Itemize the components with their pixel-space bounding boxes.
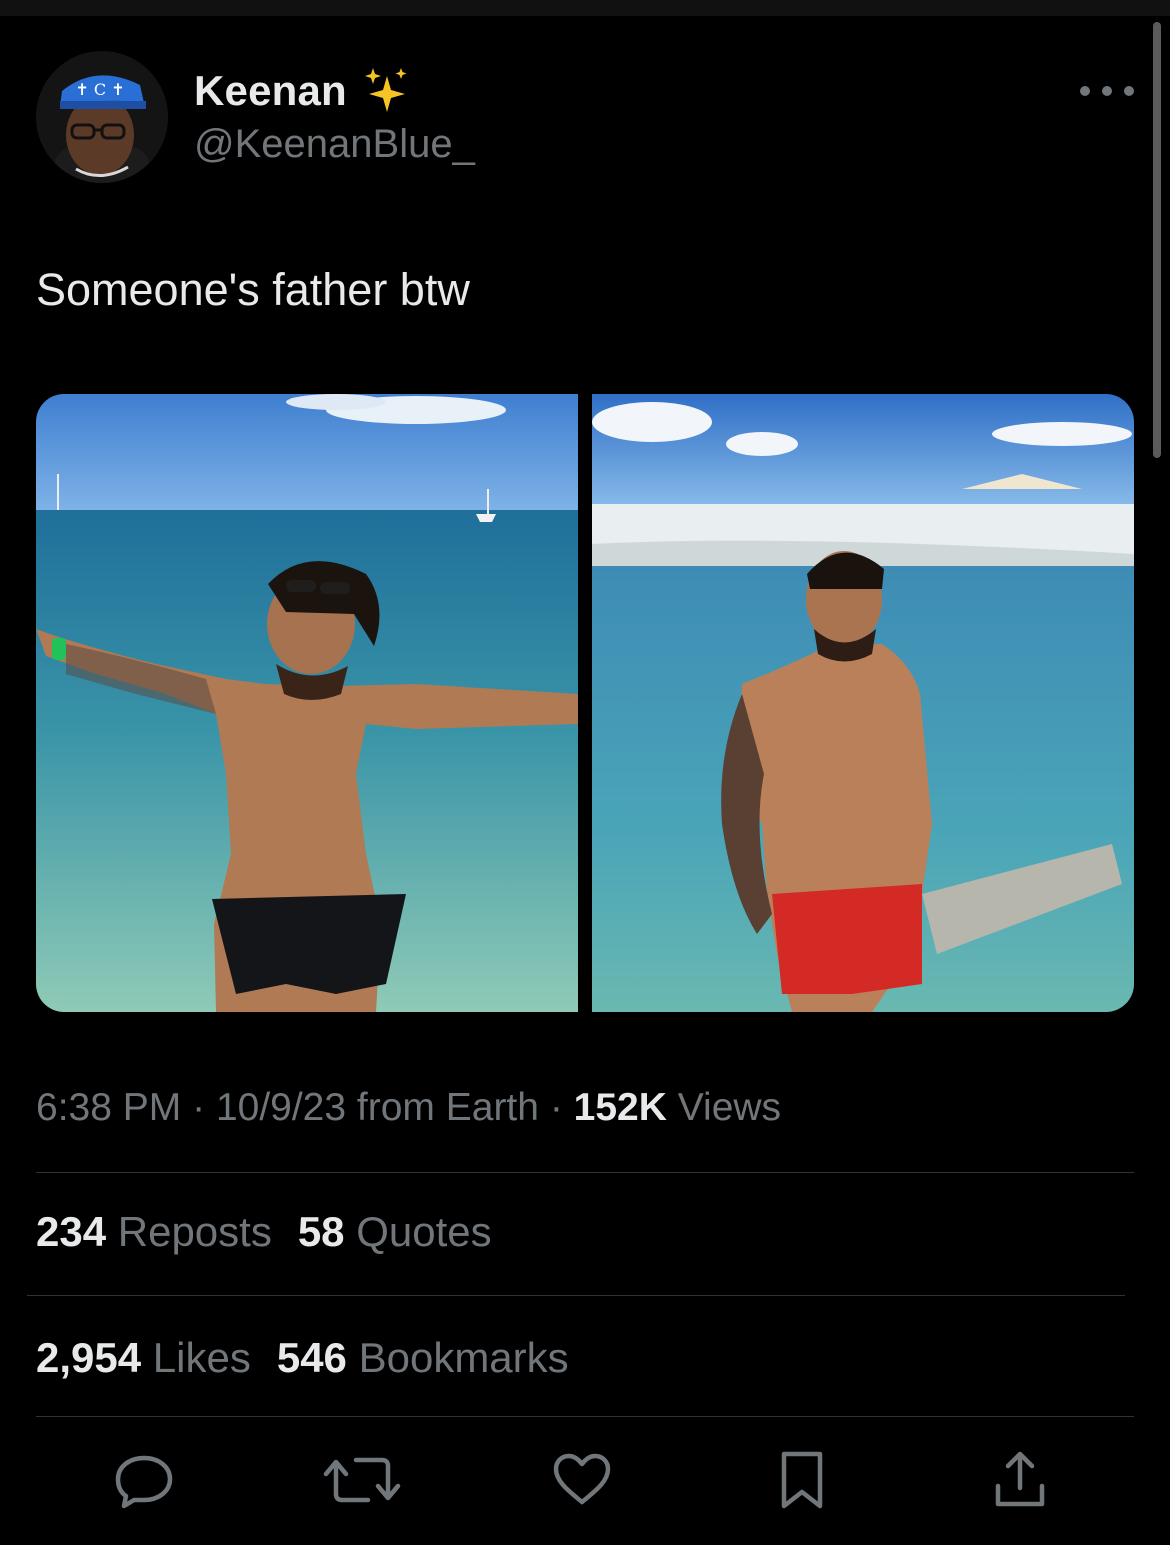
media-grid: [36, 394, 1134, 1012]
sparkles-icon: [361, 66, 411, 116]
views-count[interactable]: 152K: [574, 1086, 667, 1129]
divider: [36, 1416, 1134, 1417]
bookmarks-label: Bookmarks: [358, 1334, 569, 1381]
reposts-count: 234: [36, 1208, 107, 1255]
like-icon[interactable]: [542, 1440, 622, 1520]
share-icon[interactable]: [980, 1440, 1060, 1520]
divider: [36, 1172, 1134, 1173]
quotes-stat[interactable]: 58 Quotes: [298, 1208, 492, 1256]
likes-count: 2,954: [36, 1334, 142, 1381]
likes-stat[interactable]: 2,954 Likes: [36, 1334, 251, 1382]
divider: [27, 1295, 1125, 1296]
quotes-count: 58: [297, 1208, 345, 1255]
bookmarks-count: 546: [276, 1334, 347, 1381]
avatar[interactable]: ✝ C ✝: [36, 51, 168, 183]
tweet-text: Someone's father btw: [36, 264, 470, 315]
views-label[interactable]: Views: [678, 1086, 781, 1129]
author-name-row[interactable]: Keenan: [194, 66, 411, 116]
more-options-icon[interactable]: [1080, 76, 1134, 106]
author-display-name[interactable]: Keenan: [194, 67, 347, 115]
photo-beach[interactable]: [36, 394, 578, 1012]
photo-pool[interactable]: [592, 394, 1134, 1012]
bookmark-icon[interactable]: [762, 1440, 842, 1520]
status-bar-strip: [0, 0, 1170, 16]
reposts-label: Reposts: [117, 1208, 272, 1255]
repost-icon[interactable]: [322, 1440, 402, 1520]
tweet-meta: 6:38 PM · 10/9/23 from Earth · 152K View…: [36, 1086, 781, 1130]
bookmarks-stat[interactable]: 546 Bookmarks: [277, 1334, 569, 1382]
tweet-date[interactable]: 10/9/23: [216, 1086, 346, 1129]
svg-text:✝ C ✝: ✝ C ✝: [75, 80, 124, 99]
tweet-source: from Earth: [356, 1086, 539, 1129]
stats-row-likes: 2,954 Likes 546 Bookmarks: [36, 1334, 569, 1382]
tweet-time[interactable]: 6:38 PM: [36, 1086, 181, 1129]
scrollbar[interactable]: [1153, 22, 1161, 458]
stats-row-reposts: 234 Reposts 58 Quotes: [36, 1208, 492, 1256]
reply-icon[interactable]: [104, 1440, 184, 1520]
action-bar: [0, 1440, 1170, 1520]
meta-separator: ·: [549, 1086, 563, 1129]
quotes-label: Quotes: [356, 1208, 492, 1255]
meta-separator: ·: [192, 1086, 206, 1129]
author-handle[interactable]: @KeenanBlue_: [194, 122, 475, 167]
reposts-stat[interactable]: 234 Reposts: [36, 1208, 272, 1256]
likes-label: Likes: [152, 1334, 251, 1381]
